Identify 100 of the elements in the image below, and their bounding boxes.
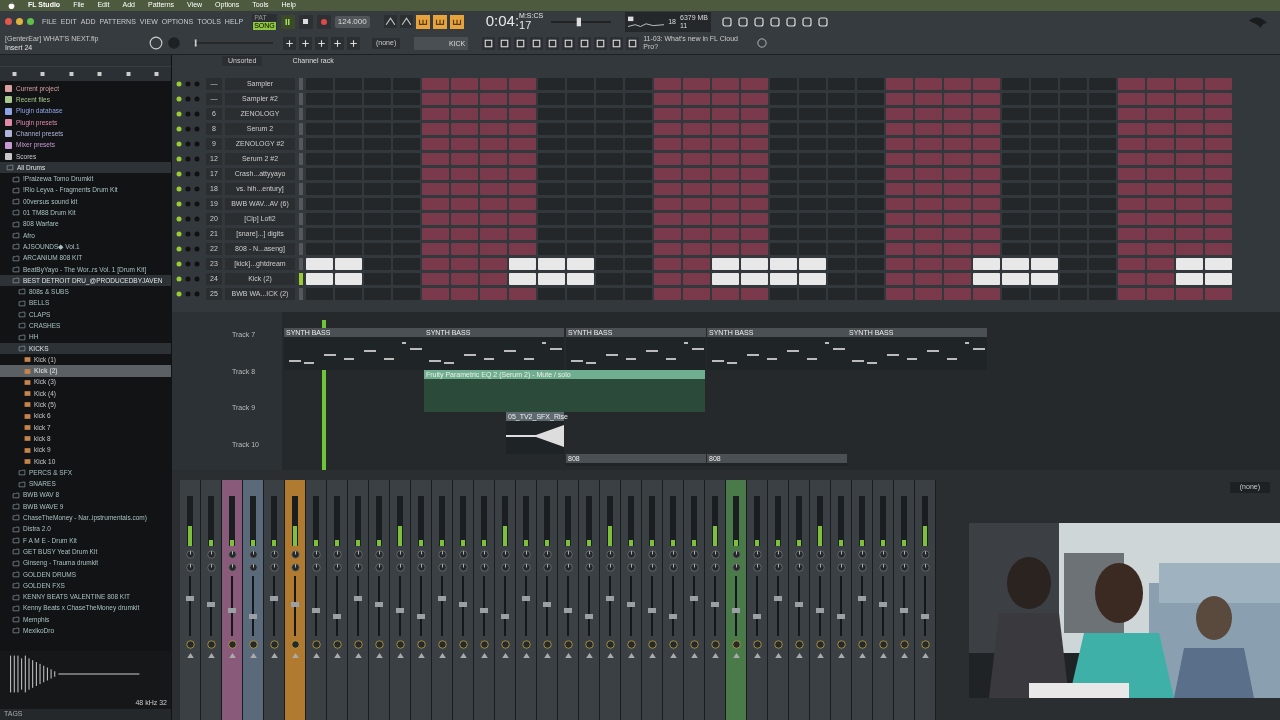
knob-icon[interactable]: [290, 550, 300, 559]
fader-icon[interactable]: [206, 576, 216, 636]
fader-icon[interactable]: [836, 576, 846, 636]
knob-icon[interactable]: [458, 563, 468, 572]
knob-icon[interactable]: [752, 563, 762, 572]
fader-icon[interactable]: [458, 576, 468, 636]
stop-button[interactable]: [298, 14, 313, 29]
knob-icon[interactable]: [626, 563, 636, 572]
route-arrow-icon[interactable]: [690, 653, 698, 658]
route-arrow-icon[interactable]: [354, 653, 362, 658]
knob-icon[interactable]: [752, 550, 762, 559]
route-arrow-icon[interactable]: [585, 653, 593, 658]
knob-icon[interactable]: [500, 640, 510, 649]
route-arrow-icon[interactable]: [249, 653, 257, 658]
route-arrow-icon[interactable]: [753, 653, 761, 658]
fader-icon[interactable]: [311, 576, 321, 636]
selection-indicator[interactable]: [299, 123, 303, 135]
knob-icon[interactable]: [899, 640, 909, 649]
knob-icon[interactable]: [752, 640, 762, 649]
knob-icon[interactable]: [269, 640, 279, 649]
fader-icon[interactable]: [479, 576, 489, 636]
knob-icon[interactable]: [773, 563, 783, 572]
knob-icon[interactable]: [185, 640, 195, 649]
knob-icon[interactable]: [584, 640, 594, 649]
knob-icon[interactable]: [206, 640, 216, 649]
knob-icon[interactable]: [206, 550, 216, 559]
toggle-icon[interactable]: [432, 14, 447, 29]
knob-icon[interactable]: [689, 550, 699, 559]
route-arrow-icon[interactable]: [312, 653, 320, 658]
knob-icon[interactable]: [353, 550, 363, 559]
selection-indicator[interactable]: [299, 93, 303, 105]
selection-indicator[interactable]: [299, 258, 303, 270]
fader-icon[interactable]: [689, 576, 699, 636]
route-arrow-icon[interactable]: [207, 653, 215, 658]
knob-icon[interactable]: [710, 563, 720, 572]
fader-icon[interactable]: [542, 576, 552, 636]
knob-icon[interactable]: [248, 550, 258, 559]
knob-icon[interactable]: [605, 640, 615, 649]
knob-icon[interactable]: [416, 640, 426, 649]
route-arrow-icon[interactable]: [186, 653, 194, 658]
knob-icon[interactable]: [563, 640, 573, 649]
knob-icon[interactable]: [584, 550, 594, 559]
fader-icon[interactable]: [521, 576, 531, 636]
apple-icon[interactable]: [8, 1, 15, 10]
selection-indicator[interactable]: [299, 183, 303, 195]
route-arrow-icon[interactable]: [270, 653, 278, 658]
fader-icon[interactable]: [227, 576, 237, 636]
route-arrow-icon[interactable]: [858, 653, 866, 658]
selection-indicator[interactable]: [299, 108, 303, 120]
fader-icon[interactable]: [752, 576, 762, 636]
fader-icon[interactable]: [185, 576, 195, 636]
fader-icon[interactable]: [374, 576, 384, 636]
knob-icon[interactable]: [206, 563, 216, 572]
selection-indicator[interactable]: [299, 78, 303, 90]
knob-icon[interactable]: [878, 550, 888, 559]
route-arrow-icon[interactable]: [837, 653, 845, 658]
knob-icon[interactable]: [815, 640, 825, 649]
knob-icon[interactable]: [395, 563, 405, 572]
route-arrow-icon[interactable]: [543, 653, 551, 658]
knob-icon[interactable]: [149, 36, 163, 51]
fader-icon[interactable]: [899, 576, 909, 636]
fader-icon[interactable]: [290, 576, 300, 636]
route-arrow-icon[interactable]: [333, 653, 341, 658]
knob-icon[interactable]: [857, 640, 867, 649]
fader-icon[interactable]: [437, 576, 447, 636]
selection-indicator[interactable]: [299, 138, 303, 150]
knob-icon[interactable]: [710, 640, 720, 649]
knob-icon[interactable]: [857, 550, 867, 559]
knob-icon[interactable]: [437, 640, 447, 649]
fader-icon[interactable]: [332, 576, 342, 636]
tempo-display[interactable]: 124.000: [334, 15, 370, 28]
knob-icon[interactable]: [920, 563, 930, 572]
knob-icon[interactable]: [248, 563, 258, 572]
knob-icon[interactable]: [353, 563, 363, 572]
knob-icon[interactable]: [500, 563, 510, 572]
knob-icon[interactable]: [479, 640, 489, 649]
knob-icon[interactable]: [521, 640, 531, 649]
route-arrow-icon[interactable]: [732, 653, 740, 658]
knob-icon[interactable]: [605, 550, 615, 559]
knob-icon[interactable]: [668, 550, 678, 559]
knob-icon[interactable]: [332, 550, 342, 559]
knob-icon[interactable]: [920, 640, 930, 649]
knob-icon[interactable]: [815, 563, 825, 572]
fader-icon[interactable]: [878, 576, 888, 636]
route-arrow-icon[interactable]: [921, 653, 929, 658]
knob-icon[interactable]: [836, 563, 846, 572]
knob-icon[interactable]: [311, 640, 321, 649]
knob-icon[interactable]: [794, 640, 804, 649]
fader-icon[interactable]: [584, 576, 594, 636]
route-arrow-icon[interactable]: [501, 653, 509, 658]
knob-icon[interactable]: [458, 640, 468, 649]
route-arrow-icon[interactable]: [480, 653, 488, 658]
fader-icon[interactable]: [668, 576, 678, 636]
knob-icon[interactable]: [878, 640, 888, 649]
knob-icon[interactable]: [731, 640, 741, 649]
slider-icon[interactable]: [193, 39, 273, 48]
selection-indicator[interactable]: [299, 243, 303, 255]
knob-icon[interactable]: [773, 640, 783, 649]
route-arrow-icon[interactable]: [900, 653, 908, 658]
knob-icon[interactable]: [626, 640, 636, 649]
